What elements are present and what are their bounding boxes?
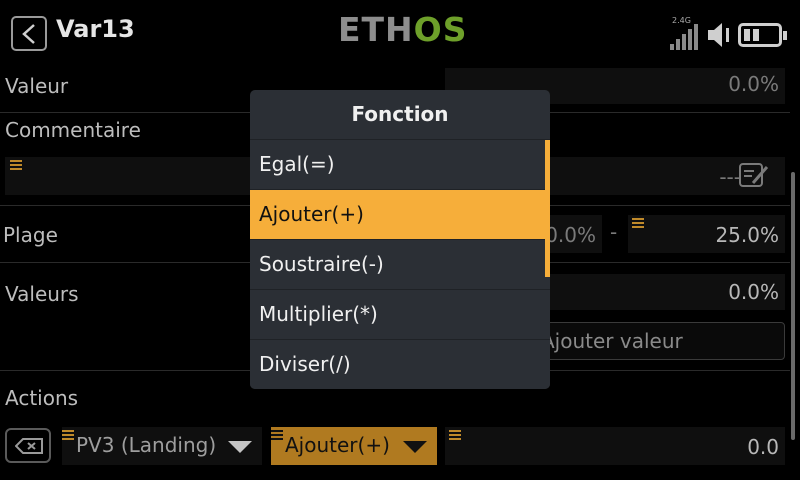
option-diviser[interactable]: Diviser(/): [250, 339, 550, 389]
header-bar: Var13 ETHOS 2.4G: [0, 0, 800, 66]
drag-handle-icon: [449, 430, 461, 442]
signal-strength-icon: [670, 24, 698, 50]
action-value-field[interactable]: 0.0: [445, 427, 785, 465]
backspace-icon: [15, 438, 43, 454]
commentaire-label: Commentaire: [5, 118, 141, 142]
option-soustraire[interactable]: Soustraire(-): [250, 239, 550, 289]
ajouter-valeur-button[interactable]: Ajouter valeur: [540, 322, 785, 360]
plage-dash: -: [610, 220, 618, 244]
drag-handle-icon: [10, 160, 22, 172]
function-picker-dialog: Fonction Egal(=) Ajouter(+) Soustraire(-…: [250, 90, 550, 389]
option-egal[interactable]: Egal(=): [250, 139, 550, 189]
drag-handle-icon: [62, 430, 74, 442]
page-title: Var13: [56, 15, 135, 43]
valeur-label: Valeur: [5, 74, 69, 98]
valeurs-field[interactable]: 0.0%: [540, 274, 785, 310]
drag-handle-icon: [632, 218, 644, 230]
plage-max-field[interactable]: 25.0%: [628, 215, 785, 253]
page-scrollbar[interactable]: [791, 172, 795, 440]
dialog-scrollbar[interactable]: [545, 140, 550, 277]
chevron-left-icon: [22, 24, 35, 44]
delete-action-button[interactable]: [5, 428, 51, 463]
action-source-dropdown[interactable]: PV3 (Landing): [62, 427, 262, 465]
speaker-icon: [708, 23, 729, 47]
status-area: 2.4G: [668, 16, 790, 50]
chevron-down-icon: [228, 441, 252, 453]
battery-icon: [738, 23, 787, 47]
ethos-logo: ETHOS: [338, 10, 468, 49]
dialog-title: Fonction: [351, 102, 449, 126]
chevron-down-icon: [403, 441, 427, 453]
edit-note-icon[interactable]: [739, 161, 769, 189]
action-function-dropdown[interactable]: Ajouter(+): [271, 427, 437, 465]
back-button[interactable]: [11, 16, 47, 51]
plage-label: Plage: [3, 223, 58, 247]
actions-label: Actions: [5, 386, 79, 410]
option-ajouter[interactable]: Ajouter(+): [250, 189, 550, 239]
drag-handle-icon: [271, 430, 283, 442]
option-multiplier[interactable]: Multiplier(*): [250, 289, 550, 339]
valeurs-label: Valeurs: [5, 282, 79, 306]
